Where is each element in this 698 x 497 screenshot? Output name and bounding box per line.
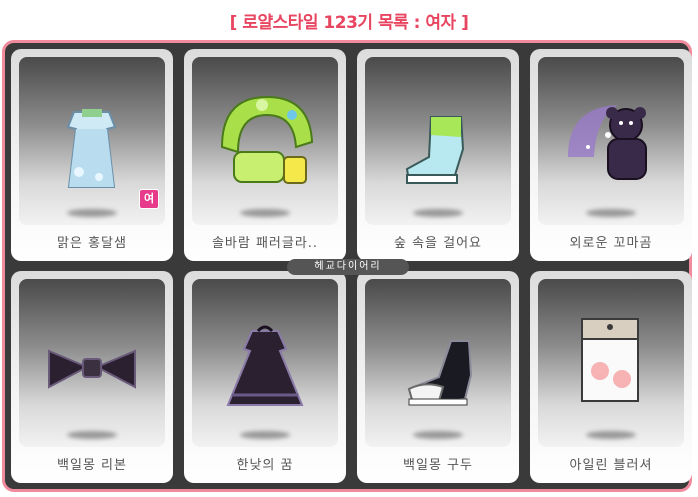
green-shoe-icon (405, 116, 465, 184)
item-label: 맑은 홍달샘 (57, 236, 127, 251)
item-image-frame (538, 57, 684, 225)
purple-bear-icon (568, 105, 647, 180)
item-card[interactable]: 솔바람 패러글라.. (184, 49, 346, 261)
item-image-frame (365, 279, 511, 447)
item-card[interactable]: 외로운 꼬마곰 (530, 49, 692, 261)
blusher-icon (581, 318, 639, 402)
item-card[interactable]: 아일린 블러셔 (530, 271, 692, 483)
item-card[interactable]: 백일몽 구두 (357, 271, 519, 483)
item-image-frame (365, 57, 511, 225)
black-ribbon-icon (48, 349, 136, 389)
item-label: 숲 속을 걸어요 (393, 236, 483, 251)
item-image-frame (19, 279, 165, 447)
black-shoe-icon (407, 340, 473, 406)
item-image-frame (192, 57, 338, 225)
watermark-tooltip: 헤교다이어리 (287, 259, 409, 275)
item-card[interactable]: 여 맑은 홍달샘 (11, 49, 173, 261)
item-label: 솔바람 패러글라.. (211, 236, 319, 251)
list-title: [ 로얄스타일 123기 목록 : 여자 ] (229, 13, 469, 33)
item-label: 한낮의 꿈 (236, 458, 294, 473)
item-label: 백일몽 리본 (57, 458, 127, 473)
black-dress-icon (226, 325, 304, 406)
item-image-frame (192, 279, 338, 447)
item-image-frame (538, 279, 684, 447)
item-image-frame: 여 (19, 57, 165, 225)
item-card[interactable]: 백일몽 리본 (11, 271, 173, 483)
item-label: 아일린 블러셔 (569, 458, 653, 473)
item-card[interactable]: 숲 속을 걸어요 (357, 49, 519, 261)
item-label: 백일몽 구두 (403, 458, 473, 473)
item-card[interactable]: 한낮의 꿈 (184, 271, 346, 483)
item-label: 외로운 꼬마곰 (569, 236, 653, 251)
female-badge: 여 (139, 189, 159, 209)
green-pillow-scarf-icon (220, 95, 314, 184)
